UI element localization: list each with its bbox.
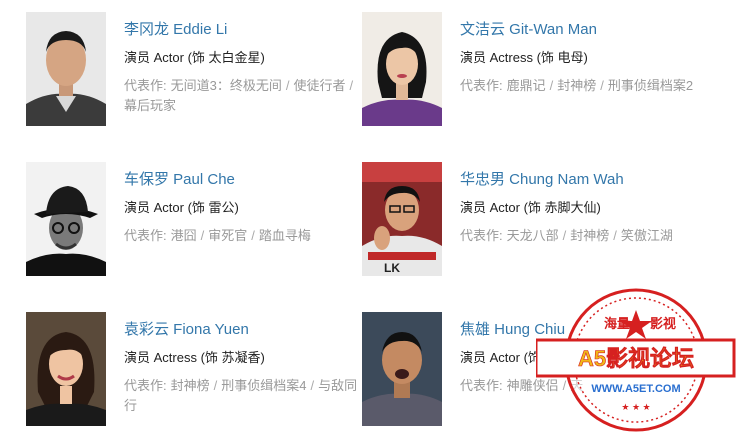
works-label: 代表作:: [124, 78, 167, 93]
separator: /: [600, 78, 604, 93]
work-link[interactable]: 使徒行者: [293, 78, 345, 93]
actor-role: 演员 Actor (饰 赤脚大仙): [460, 200, 601, 215]
actor-photo[interactable]: [26, 12, 106, 126]
actor-name-link[interactable]: 焦雄 Hung Chiu: [460, 320, 700, 340]
separator: /: [349, 78, 354, 93]
actor-name-link[interactable]: 李冈龙 Eddie Li: [124, 20, 364, 40]
representative-works: 代表作: 鹿鼎记 / 封神榜 / 刑事侦缉档案2: [460, 76, 700, 96]
work-link[interactable]: 封神榜: [570, 228, 609, 243]
svg-text:LK: LK: [384, 261, 400, 275]
representative-works: 代表作: 封神榜 / 刑事侦缉档案4/与敌同行: [124, 376, 364, 416]
cast-card-hung-chiu: 焦雄 Hung Chiu 演员 Actor (饰 主持) 代表作: 神雕侠侣 / 天: [362, 312, 702, 432]
actor-role: 演员 Actor (饰 雷公): [124, 200, 239, 215]
separator: /: [562, 228, 567, 243]
cast-card-paul-che: 车保罗 Paul Che 演员 Actor (饰 雷公) 代表作: 港囧 / 审死官 /…: [26, 162, 366, 282]
cast-card-eddie-li: 李冈龙 Eddie Li 演员 Actor (饰 太白金星) 代表作: 无间道3：…: [26, 12, 366, 132]
work-link[interactable]: 审死官: [208, 228, 247, 243]
actor-role: 演员 Actress (饰 苏凝香): [124, 350, 265, 365]
representative-works: 代表作: 天龙八部 / 封神榜 / 笑傲江湖: [460, 226, 700, 246]
separator: /: [200, 228, 205, 243]
work-link[interactable]: 天龙八部: [507, 228, 559, 243]
separator: /: [285, 78, 290, 93]
actor-name-link[interactable]: 袁彩云 Fiona Yuen: [124, 320, 364, 340]
works-label: 代表作:: [460, 228, 503, 243]
actor-name-link[interactable]: 华忠男 Chung Nam Wah: [460, 170, 700, 190]
separator: /: [549, 78, 554, 93]
representative-works: 代表作: 神雕侠侣 / 天: [460, 376, 700, 396]
separator: /: [251, 228, 255, 243]
separator: /: [213, 378, 218, 393]
cast-card-chung-nam-wah: LK 华忠男 Chung Nam Wah 演员 Actor (饰 赤脚大仙) 代…: [362, 162, 702, 282]
actor-role: 演员 Actress (饰 电母): [460, 50, 588, 65]
cast-card-git-wan-man: 文洁云 Git-Wan Man 演员 Actress (饰 电母) 代表作: 鹿鼎…: [362, 12, 702, 132]
work-link[interactable]: 港囧: [171, 228, 197, 243]
work-link[interactable]: 踏血寻梅: [259, 228, 311, 243]
representative-works: 代表作: 港囧 / 审死官 / 踏血寻梅: [124, 226, 364, 246]
works-label: 代表作:: [460, 78, 503, 93]
work-link[interactable]: 封神榜: [557, 78, 596, 93]
actor-photo[interactable]: [362, 312, 442, 426]
works-label: 代表作:: [124, 228, 167, 243]
work-link[interactable]: 幕后玩家: [124, 98, 176, 113]
actor-photo[interactable]: LK: [362, 162, 442, 276]
actor-name-link[interactable]: 车保罗 Paul Che: [124, 170, 364, 190]
separator: /: [613, 228, 617, 243]
separator: /: [562, 378, 567, 393]
work-link[interactable]: 无间道3：终极无间: [171, 78, 282, 93]
work-link[interactable]: 鹿鼎记: [507, 78, 546, 93]
representative-works: 代表作: 无间道3：终极无间 / 使徒行者/幕后玩家: [124, 76, 364, 116]
work-link[interactable]: 刑事侦缉档案2: [608, 78, 693, 93]
actor-name-link[interactable]: 文洁云 Git-Wan Man: [460, 20, 700, 40]
separator: /: [310, 378, 315, 393]
work-link[interactable]: 刑事侦缉档案4: [221, 378, 306, 393]
work-link[interactable]: 笑傲江湖: [621, 228, 673, 243]
work-link[interactable]: 天: [570, 378, 583, 393]
work-link[interactable]: 神雕侠侣: [507, 378, 559, 393]
actor-photo[interactable]: [26, 162, 106, 276]
actor-role: 演员 Actor (饰 主持): [460, 350, 575, 365]
works-label: 代表作:: [460, 378, 503, 393]
actor-role: 演员 Actor (饰 太白金星): [124, 50, 265, 65]
actor-photo[interactable]: [26, 312, 106, 426]
works-label: 代表作:: [124, 378, 167, 393]
actor-photo[interactable]: [362, 12, 442, 126]
work-link[interactable]: 封神榜: [171, 378, 210, 393]
cast-card-fiona-yuen: 袁彩云 Fiona Yuen 演员 Actress (饰 苏凝香) 代表作: 封神…: [26, 312, 366, 432]
